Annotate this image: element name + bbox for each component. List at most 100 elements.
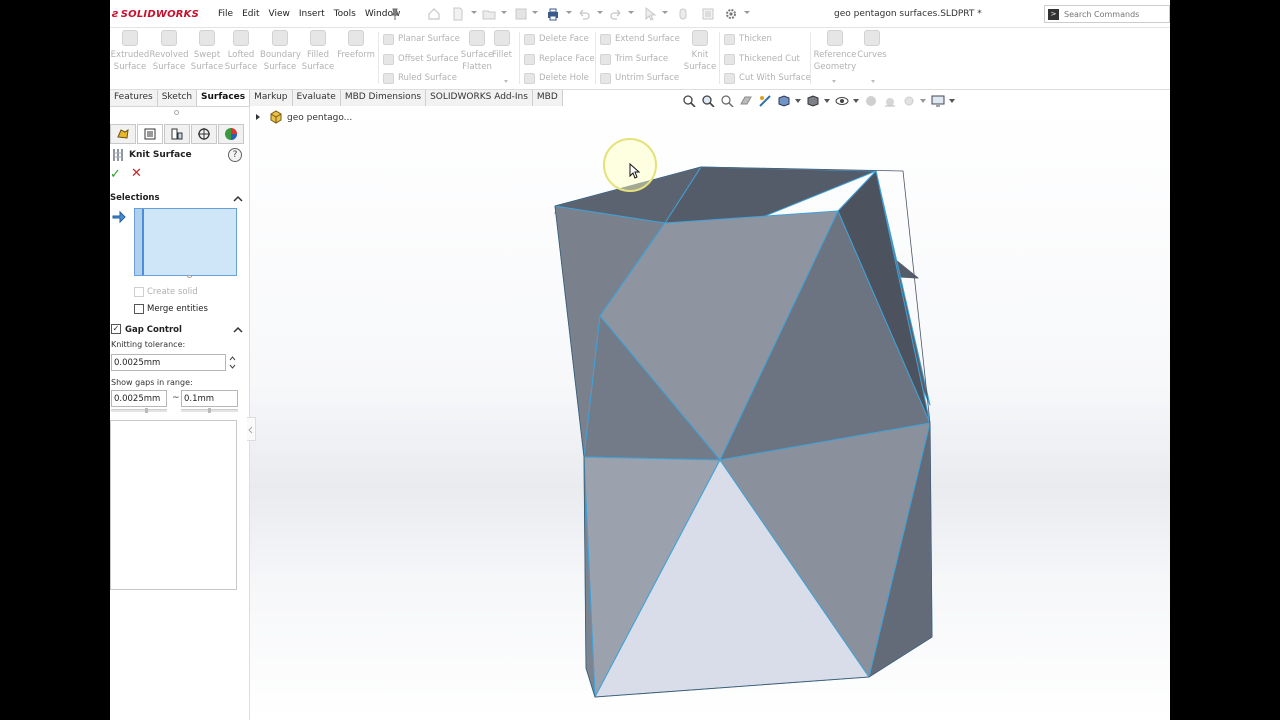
undo-icon[interactable] [577, 7, 591, 21]
edit-appearance-icon[interactable] [862, 94, 879, 108]
hide-show-items-icon[interactable] [833, 94, 850, 108]
untrim-surface-button[interactable]: Untrim Surface [600, 71, 679, 85]
options-gear-icon[interactable] [724, 7, 738, 21]
dynamic-annotation-icon[interactable] [756, 94, 773, 108]
knit-surface-button[interactable]: Knit Surface [680, 30, 720, 74]
options-dropdown-arrow-icon[interactable] [744, 11, 750, 14]
gap-min-input[interactable] [111, 390, 167, 407]
search-commands-box[interactable]: > [1044, 5, 1170, 23]
home-icon[interactable] [427, 7, 441, 21]
redo-dropdown-arrow-icon[interactable] [628, 11, 634, 14]
thicken-button[interactable]: Thicken [724, 32, 772, 46]
apply-scene-icon[interactable] [881, 94, 898, 108]
pentagon-surface-model[interactable] [250, 107, 1170, 720]
new-dropdown-arrow-icon[interactable] [471, 11, 477, 14]
display-style-icon[interactable] [804, 94, 821, 108]
ok-checkmark-icon[interactable]: ✓ [110, 167, 121, 182]
save-dropdown-arrow-icon[interactable] [532, 11, 538, 14]
display-manager-tab[interactable] [218, 124, 244, 144]
select-arrow-icon[interactable] [643, 7, 657, 21]
tab-markup[interactable]: Markup [250, 90, 293, 106]
tab-evaluate[interactable]: Evaluate [292, 90, 341, 106]
print-dropdown-arrow-icon[interactable] [566, 11, 572, 14]
gap-control-collapse-icon[interactable] [233, 325, 243, 335]
zoom-to-area-icon[interactable] [699, 94, 716, 108]
feature-manager-tab[interactable] [110, 124, 136, 144]
delete-face-button[interactable]: Delete Face [524, 32, 589, 46]
ruled-surface-button[interactable]: Ruled Surface [383, 71, 457, 85]
selections-group-header[interactable]: Selections [110, 193, 246, 207]
tab-mbd[interactable]: MBD [532, 90, 563, 106]
selection-box-resize-grip-icon[interactable] [187, 275, 192, 278]
file-properties-icon[interactable] [701, 7, 715, 21]
panel-collapse-handle-icon[interactable] [247, 417, 256, 441]
solidworks-logo[interactable]: ƨ SOLIDWORKS [112, 7, 199, 20]
gaps-list-box[interactable] [110, 420, 237, 590]
menu-edit[interactable]: Edit [242, 9, 259, 19]
hide-show-dropdown-icon[interactable] [852, 94, 860, 108]
previous-view-icon[interactable] [718, 94, 735, 108]
delete-hole-button[interactable]: Delete Hole [524, 71, 589, 85]
print-icon[interactable] [546, 7, 560, 21]
gap-max-slider-thumb[interactable] [208, 408, 211, 413]
merge-entities-option[interactable]: Merge entities [134, 303, 208, 315]
fillet-button[interactable]: Fillet [487, 30, 517, 74]
menu-insert[interactable]: Insert [299, 9, 325, 19]
rebuild-icon[interactable] [676, 7, 690, 21]
freeform-button[interactable]: Freeform [336, 30, 376, 74]
curves-dropdown-arrow-icon[interactable] [871, 80, 875, 83]
curves-button[interactable]: Curves [854, 30, 890, 74]
view-settings-dropdown-icon[interactable] [919, 94, 927, 108]
tab-mbd-dimensions[interactable]: MBD Dimensions [340, 90, 427, 106]
boundary-surface-button[interactable]: Boundary Surface [260, 30, 301, 74]
fillet-dropdown-arrow-icon[interactable] [504, 80, 508, 83]
graphics-area[interactable]: geo pentago... [250, 107, 1170, 720]
planar-surface-button[interactable]: Planar Surface [383, 32, 460, 46]
zoom-to-fit-icon[interactable] [680, 94, 697, 108]
open-dropdown-arrow-icon[interactable] [501, 11, 507, 14]
tab-solidworks-add-ins[interactable]: SOLIDWORKS Add-Ins [426, 90, 533, 106]
redo-icon[interactable] [609, 7, 623, 21]
new-document-icon[interactable] [451, 7, 465, 21]
pin-icon[interactable] [390, 8, 400, 20]
display-style-dropdown-icon[interactable] [823, 94, 831, 108]
tab-surfaces[interactable]: Surfaces [197, 90, 251, 106]
property-manager-tab[interactable] [137, 124, 163, 144]
revolved-surface-button[interactable]: Revolved Surface [149, 30, 189, 74]
gap-min-slider-thumb[interactable] [145, 408, 148, 413]
gap-control-checkbox[interactable]: ✓ [111, 324, 121, 334]
view-orientation-icon[interactable] [775, 94, 792, 108]
trim-surface-button[interactable]: Trim Surface [600, 52, 668, 66]
menu-tools[interactable]: Tools [334, 9, 356, 19]
surfaces-selection-box[interactable] [134, 208, 237, 276]
undo-dropdown-arrow-icon[interactable] [597, 11, 603, 14]
open-folder-icon[interactable] [482, 7, 496, 21]
save-icon[interactable] [514, 7, 528, 21]
cut-with-surface-button[interactable]: Cut With Surface [724, 71, 811, 85]
knitting-tolerance-spinner-icon[interactable] [229, 354, 236, 371]
panel-grip-icon[interactable] [174, 110, 179, 115]
display-monitor-icon[interactable] [929, 94, 946, 108]
cancel-x-icon[interactable]: ✕ [131, 166, 142, 181]
section-view-icon[interactable] [737, 94, 754, 108]
tab-features[interactable]: Features [110, 90, 158, 106]
reference-geometry-button[interactable]: Reference Geometry [811, 30, 859, 74]
knitting-tolerance-input[interactable] [111, 354, 226, 371]
select-dropdown-arrow-icon[interactable] [662, 11, 668, 14]
display-monitor-dropdown-icon[interactable] [948, 94, 956, 108]
merge-entities-checkbox[interactable] [134, 304, 144, 314]
reference-geometry-dropdown-arrow-icon[interactable] [832, 80, 836, 83]
help-icon[interactable]: ? [228, 148, 242, 162]
tab-sketch[interactable]: Sketch [157, 90, 198, 106]
search-commands-input[interactable] [1064, 7, 1168, 21]
extend-surface-button[interactable]: Extend Surface [600, 32, 680, 46]
view-settings-icon[interactable] [900, 94, 917, 108]
menu-file[interactable]: File [218, 9, 233, 19]
configuration-manager-tab[interactable] [164, 124, 190, 144]
dimxpert-manager-tab[interactable] [191, 124, 217, 144]
extruded-surface-button[interactable]: Extruded Surface [110, 30, 150, 74]
gap-max-input[interactable] [181, 390, 238, 407]
create-solid-option[interactable]: Create solid [134, 286, 198, 298]
gap-min-slider[interactable] [111, 409, 167, 412]
thickened-cut-button[interactable]: Thickened Cut [724, 52, 800, 66]
